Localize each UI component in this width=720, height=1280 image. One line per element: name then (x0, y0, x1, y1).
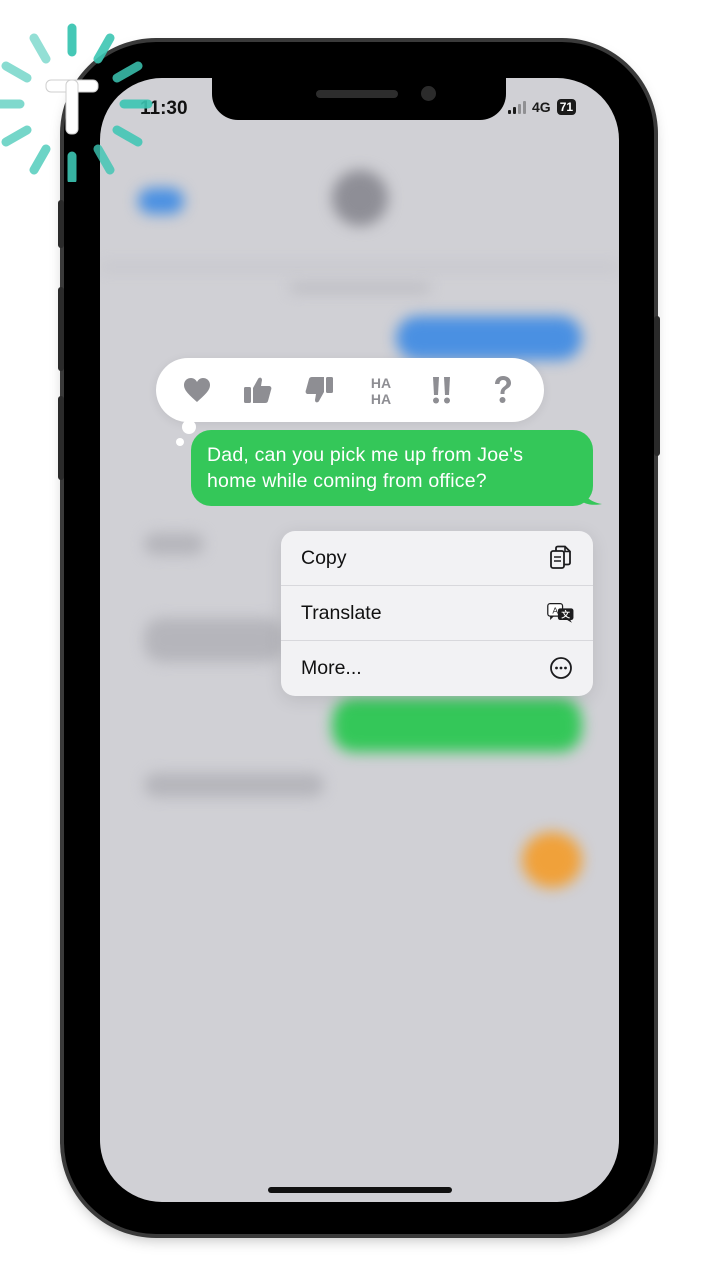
battery-icon: 71 (556, 99, 577, 115)
ellipsis-circle-icon (547, 654, 575, 682)
svg-text:HA: HA (371, 375, 391, 391)
status-indicators: 4G 71 (508, 99, 577, 115)
timestamp-blurred (290, 284, 430, 292)
haha-icon[interactable]: HA HA (359, 368, 403, 412)
network-type: 4G (532, 99, 551, 115)
received-bubble-blurred (144, 618, 284, 662)
home-indicator[interactable] (268, 1187, 452, 1193)
svg-text:文: 文 (561, 609, 570, 620)
contact-avatar-blurred (332, 170, 388, 226)
volume-up-button (58, 287, 64, 371)
menu-item-copy[interactable]: Copy (281, 531, 593, 586)
front-camera (421, 86, 436, 101)
heart-icon[interactable] (175, 368, 219, 412)
received-bubble-blurred (144, 773, 324, 797)
power-button (654, 316, 660, 456)
brand-logo (0, 12, 160, 185)
speaker (316, 90, 398, 98)
header-divider-blurred (100, 264, 619, 270)
received-bubble-blurred (144, 533, 204, 555)
menu-item-translate[interactable]: Translate A文 (281, 586, 593, 641)
message-bubble-blurred (396, 316, 582, 360)
copy-icon (547, 544, 575, 572)
svg-text:A: A (552, 605, 558, 615)
notch (212, 78, 506, 120)
menu-item-more[interactable]: More... (281, 641, 593, 695)
emoji-blurred (522, 832, 582, 888)
menu-item-label: Copy (301, 546, 347, 569)
menu-item-label: More... (301, 656, 362, 679)
cellular-signal-icon (508, 100, 526, 114)
back-button-blurred (138, 188, 184, 214)
tapback-reaction-bar: HA HA (156, 358, 544, 422)
reaction-bar-tail-dot (182, 420, 196, 434)
message-context-menu: Copy Translate A文 More... (281, 531, 593, 696)
exclamation-icon[interactable] (420, 368, 464, 412)
menu-item-label: Translate (301, 601, 382, 624)
reaction-bar-tail-dot (176, 438, 184, 446)
thumbs-down-icon[interactable] (297, 368, 341, 412)
translate-icon: A文 (547, 599, 575, 627)
svg-text:HA: HA (371, 391, 391, 406)
sent-message-bubble[interactable]: Dad, can you pick me up from Joe's home … (191, 430, 593, 506)
thumbs-up-icon[interactable] (236, 368, 280, 412)
mute-switch (58, 200, 64, 248)
question-icon[interactable] (481, 368, 525, 412)
sent-bubble-blurred (332, 698, 582, 752)
volume-down-button (58, 396, 64, 480)
